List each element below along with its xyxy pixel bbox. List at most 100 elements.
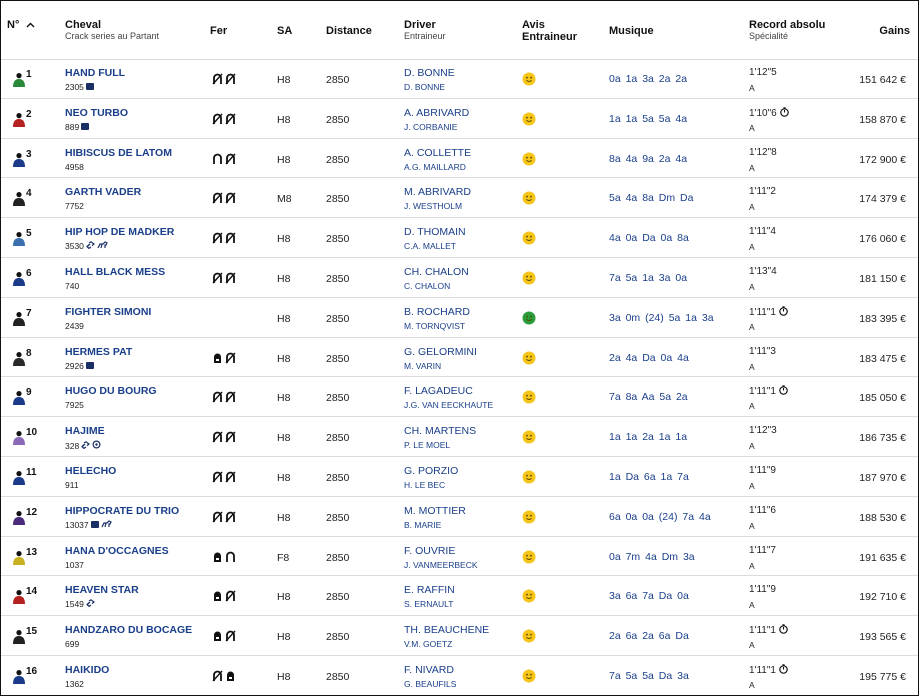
horse-name-link[interactable]: GARTH VADER: [65, 186, 141, 198]
horse-name-link[interactable]: FIGHTER SIMONI: [65, 306, 151, 318]
driver-link[interactable]: F. OUVRIE: [404, 545, 455, 557]
table-row[interactable]: 3 HIBISCUS DE LATOM 4958 H8 2850 A. COLLETTE A…: [1, 139, 918, 179]
trainer-link[interactable]: P. LE MOEL: [404, 440, 450, 450]
header-horse[interactable]: Cheval Crack series au Partant: [65, 19, 159, 41]
table-row[interactable]: 10 HAJIME 328 H8 2850 CH. MARTENS P. LE MOEL 1a…: [1, 417, 918, 457]
musique-link[interactable]: 7a 8a Aa 5a 2a: [609, 391, 688, 403]
table-row[interactable]: 16 HAIKIDO 1362 H8 2850 F. NIVARD G. BEAUFILS 7…: [1, 656, 918, 695]
header-distance[interactable]: Distance: [326, 25, 372, 37]
trainer-link[interactable]: G. BEAUFILS: [404, 679, 456, 689]
trainer-link[interactable]: D. BONNE: [404, 82, 445, 92]
trainer-link[interactable]: J. CORBANIE: [404, 122, 457, 132]
smiley-neutral-icon[interactable]: [522, 589, 536, 603]
horse-name-link[interactable]: HAND FULL: [65, 67, 125, 79]
table-row[interactable]: 4 GARTH VADER 7752 M8 2850 M. ABRIVARD J. WEST…: [1, 178, 918, 219]
header-driver[interactable]: Driver Entraineur: [404, 19, 446, 41]
smiley-neutral-icon[interactable]: [522, 112, 536, 126]
table-row[interactable]: 14 HEAVEN STAR 1549 H8 2850 E. RAFFIN S. ERNAU…: [1, 576, 918, 617]
smiley-neutral-icon[interactable]: [522, 152, 536, 166]
horse-name-link[interactable]: NEO TURBO: [65, 107, 128, 119]
smiley-neutral-icon[interactable]: [522, 430, 536, 444]
table-row[interactable]: 15 HANDZARO DU BOCAGE 699 H8 2850 TH. BEAUCHE…: [1, 616, 918, 656]
driver-link[interactable]: CH. MARTENS: [404, 425, 476, 437]
musique-link[interactable]: 3a 0m (24) 5a 1a 3a: [609, 312, 714, 324]
trainer-link[interactable]: A.G. MAILLARD: [404, 162, 466, 172]
trainer-link[interactable]: J.G. VAN EECKHAUTE: [404, 400, 493, 410]
driver-link[interactable]: D. BONNE: [404, 67, 455, 79]
horse-name-link[interactable]: HIBISCUS DE LATOM: [65, 147, 172, 159]
smiley-neutral-icon[interactable]: [522, 390, 536, 404]
driver-link[interactable]: TH. BEAUCHENE: [404, 624, 489, 636]
header-record[interactable]: Record absolu Spécialité: [749, 19, 825, 41]
musique-link[interactable]: 4a 0a Da 0a 8a: [609, 232, 689, 244]
smiley-neutral-icon[interactable]: [522, 231, 536, 245]
trainer-link[interactable]: B. MARIE: [404, 520, 441, 530]
chevron-up-icon[interactable]: [26, 19, 35, 31]
smiley-neutral-icon[interactable]: [522, 550, 536, 564]
smiley-neutral-icon[interactable]: [522, 510, 536, 524]
header-avis[interactable]: Avis Entraineur: [522, 19, 577, 43]
table-row[interactable]: 8 HERMES PAT 2926 H8 2850 G. GELORMINI M. VARI…: [1, 338, 918, 378]
horse-name-link[interactable]: HEAVEN STAR: [65, 584, 139, 596]
musique-link[interactable]: 1a 1a 2a 1a 1a: [609, 431, 687, 443]
horse-name-link[interactable]: HALL BLACK MESS: [65, 266, 165, 278]
header-gains[interactable]: Gains: [879, 25, 910, 37]
musique-link[interactable]: 3a 6a 7a Da 0a: [609, 590, 689, 602]
musique-link[interactable]: 1a 1a 5a 5a 4a: [609, 113, 687, 125]
header-musique[interactable]: Musique: [609, 25, 654, 37]
driver-link[interactable]: A. COLLETTE: [404, 147, 471, 159]
trainer-link[interactable]: M. VARIN: [404, 361, 441, 371]
driver-link[interactable]: G. PORZIO: [404, 465, 458, 477]
table-row[interactable]: 6 HALL BLACK MESS 740 H8 2850 CH. CHALON C. CH…: [1, 258, 918, 298]
header-sa[interactable]: SA: [277, 25, 292, 37]
musique-link[interactable]: 7a 5a 5a Da 3a: [609, 670, 689, 682]
driver-link[interactable]: CH. CHALON: [404, 266, 469, 278]
smiley-neutral-icon[interactable]: [522, 669, 536, 683]
smiley-neutral-icon[interactable]: [522, 470, 536, 484]
smiley-neutral-icon[interactable]: [522, 271, 536, 285]
trainer-link[interactable]: C.A. MALLET: [404, 241, 456, 251]
horse-name-link[interactable]: HIP HOP DE MADKER: [65, 226, 174, 238]
musique-link[interactable]: 6a 0a 0a (24) 7a 4a: [609, 511, 711, 523]
driver-link[interactable]: M. ABRIVARD: [404, 186, 471, 198]
driver-link[interactable]: A. ABRIVARD: [404, 107, 469, 119]
header-fer[interactable]: Fer: [210, 25, 227, 37]
smiley-good-icon[interactable]: [522, 311, 536, 325]
musique-link[interactable]: 7a 5a 1a 3a 0a: [609, 272, 687, 284]
driver-link[interactable]: B. ROCHARD: [404, 306, 470, 318]
smiley-neutral-icon[interactable]: [522, 351, 536, 365]
musique-link[interactable]: 5a 4a 8a Dm Da: [609, 192, 693, 204]
horse-name-link[interactable]: HERMES PAT: [65, 346, 132, 358]
musique-link[interactable]: 0a 1a 3a 2a 2a: [609, 73, 687, 85]
table-row[interactable]: 5 HIP HOP DE MADKER 3530 H8 2850 D. THOMAIN C.…: [1, 218, 918, 258]
trainer-link[interactable]: J. VANMEERBECK: [404, 560, 478, 570]
horse-name-link[interactable]: HAJIME: [65, 425, 105, 437]
smiley-neutral-icon[interactable]: [522, 629, 536, 643]
musique-link[interactable]: 0a 7m 4a Dm 3a: [609, 551, 695, 563]
table-row[interactable]: 2 NEO TURBO 889 H8 2850 A. ABRIVARD J. CORBANI…: [1, 99, 918, 139]
driver-link[interactable]: F. LAGADEUC: [404, 385, 473, 397]
horse-name-link[interactable]: HELECHO: [65, 465, 116, 477]
musique-link[interactable]: 8a 4a 9a 2a 4a: [609, 153, 687, 165]
table-row[interactable]: 9 HUGO DU BOURG 7925 H8 2850 F. LAGADEUC J.G. …: [1, 377, 918, 418]
table-row[interactable]: 7 FIGHTER SIMONI 2439 H8 2850 B. ROCHARD M. TO…: [1, 298, 918, 338]
table-row[interactable]: 12 HIPPOCRATE DU TRIO 13037 H8 2850 M. MOTTIE…: [1, 497, 918, 537]
header-num[interactable]: N°: [7, 19, 35, 31]
horse-name-link[interactable]: HANDZARO DU BOCAGE: [65, 624, 192, 636]
horse-name-link[interactable]: HANA D'OCCAGNES: [65, 545, 169, 557]
driver-link[interactable]: F. NIVARD: [404, 664, 454, 676]
trainer-link[interactable]: S. ERNAULT: [404, 599, 453, 609]
table-row[interactable]: 1 HAND FULL 2305 H8 2850 D. BONNE D. BONNE 0a 1…: [1, 59, 918, 99]
trainer-link[interactable]: V.M. GOETZ: [404, 639, 452, 649]
driver-link[interactable]: M. MOTTIER: [404, 505, 466, 517]
table-row[interactable]: 11 HELECHO 911 H8 2850 G. PORZIO H. LE BEC 1a D…: [1, 457, 918, 497]
trainer-link[interactable]: C. CHALON: [404, 281, 450, 291]
trainer-link[interactable]: H. LE BEC: [404, 480, 445, 490]
musique-link[interactable]: 2a 6a 2a 6a Da: [609, 630, 689, 642]
driver-link[interactable]: E. RAFFIN: [404, 584, 455, 596]
horse-name-link[interactable]: HUGO DU BOURG: [65, 385, 157, 397]
table-row[interactable]: 13 HANA D'OCCAGNES 1037 F8 2850 F. OUVRIE J. V…: [1, 537, 918, 577]
musique-link[interactable]: 2a 4a Da 0a 4a: [609, 352, 689, 364]
smiley-neutral-icon[interactable]: [522, 191, 536, 205]
driver-link[interactable]: D. THOMAIN: [404, 226, 466, 238]
